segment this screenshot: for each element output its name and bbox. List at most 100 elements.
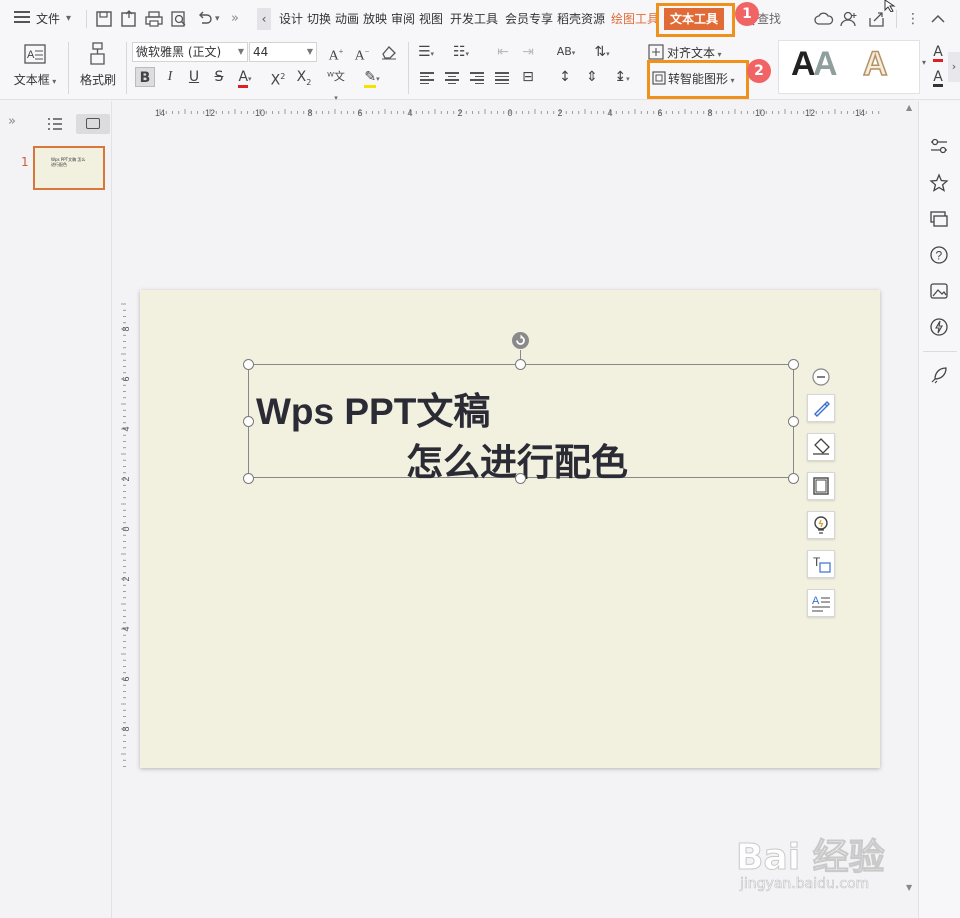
superscript-button[interactable]: X2 [268, 67, 288, 89]
text-to-shape-button[interactable]: T [807, 550, 835, 578]
bullet-list-icon[interactable]: ☰▾ [416, 42, 436, 62]
decrease-indent-icon[interactable]: ⇤ [493, 42, 513, 62]
help-icon[interactable]: ? [929, 245, 949, 265]
undo-dropdown-icon[interactable]: ▾ [215, 0, 220, 38]
file-menu[interactable]: 文件 [36, 0, 60, 38]
save-icon[interactable] [95, 10, 113, 28]
increase-font-icon[interactable]: A+ [326, 42, 346, 64]
font-color-button[interactable]: A▾ [235, 67, 255, 88]
align-left-icon[interactable] [420, 72, 436, 84]
ribbon-scroll-right-icon[interactable]: › [948, 52, 960, 82]
image-tools-icon[interactable] [929, 281, 949, 301]
decrease-font-icon[interactable]: A− [352, 42, 372, 64]
wordart-style-outline[interactable]: A [862, 44, 888, 84]
undo-icon[interactable] [196, 10, 214, 28]
annotation-badge-2: 2 [747, 59, 771, 83]
rocket-icon[interactable] [929, 365, 949, 385]
text-effects-button[interactable]: A [807, 589, 835, 617]
expand-panel-icon[interactable]: » [8, 114, 16, 129]
textbox-button[interactable]: 文本框 ▾ [10, 71, 60, 88]
tab-docer[interactable]: 稻壳资源 [557, 0, 605, 38]
scroll-up-icon[interactable]: ▲ [906, 103, 912, 112]
shape-outline-button[interactable] [807, 472, 835, 500]
svg-text:A: A [27, 49, 35, 61]
slide-thumbnail[interactable]: Wps PPT文稿 怎么进行配色 [33, 146, 105, 190]
format-brush-button[interactable]: 格式刷 [76, 71, 120, 88]
tab-transition[interactable]: 切换 [307, 0, 331, 38]
tab-animation[interactable]: 动画 [335, 0, 359, 38]
wordart-style-gray[interactable]: A [813, 45, 838, 84]
italic-button[interactable]: I [160, 67, 180, 87]
style-button[interactable] [807, 394, 835, 422]
text-shape-icon: T [813, 555, 831, 573]
tab-member[interactable]: 会员专享 [505, 0, 553, 38]
numbered-list-icon[interactable]: ☷▾ [451, 42, 471, 62]
collapse-ribbon-icon[interactable] [930, 12, 946, 26]
sort-icon[interactable]: ⇅▾ [592, 42, 612, 62]
cloud-sync-icon[interactable] [814, 11, 834, 27]
tab-design[interactable]: 设计 [279, 0, 303, 38]
title-textbox[interactable]: Wps PPT文稿 怎么进行配色 [248, 364, 794, 483]
share-icon[interactable] [868, 10, 886, 28]
strikethrough-button[interactable]: S [209, 67, 229, 87]
user-icon[interactable] [840, 10, 858, 28]
slides-view-tab[interactable] [76, 114, 110, 134]
resize-handle-e[interactable] [788, 416, 799, 427]
column-spacing-icon[interactable]: ↨▾ [612, 67, 632, 87]
wordart-more-icon[interactable]: ▾ [922, 58, 926, 67]
animation-icon[interactable] [929, 173, 949, 193]
text-fill-icon[interactable]: A [928, 42, 948, 62]
highlight-button[interactable]: ✎▾ [362, 67, 382, 88]
resize-handle-w[interactable] [243, 416, 254, 427]
lightning-icon[interactable] [929, 317, 949, 337]
paragraph-spacing-icon[interactable]: ⇕ [582, 67, 602, 87]
shape-fill-button[interactable] [807, 433, 835, 461]
more-options-icon[interactable]: ⋮ [906, 0, 920, 38]
tab-view[interactable]: 视图 [419, 0, 443, 38]
svg-text:2: 2 [121, 476, 130, 481]
tab-slideshow[interactable]: 放映 [363, 0, 387, 38]
underline-button[interactable]: U [184, 67, 204, 87]
phonetic-guide-icon[interactable]: ᵂ文▾ [326, 67, 346, 102]
wordart-style-black[interactable]: A [791, 45, 816, 84]
resize-handle-n[interactable] [515, 359, 526, 370]
smart-tip-button[interactable] [807, 511, 835, 539]
menu-icon[interactable] [14, 11, 30, 25]
line-spacing-icon[interactable]: ↕ [555, 67, 575, 87]
font-name-select[interactable]: 微软雅黑 (正文) ▼ [132, 42, 248, 62]
chevron-down-icon[interactable]: ▾ [66, 0, 71, 38]
resize-handle-se[interactable] [788, 473, 799, 484]
transition-icon[interactable] [929, 209, 949, 229]
collapse-toolbar-icon[interactable] [812, 368, 830, 386]
subscript-button[interactable]: X2 [294, 67, 314, 87]
scroll-left-icon[interactable]: ‹ [257, 8, 271, 30]
bold-button[interactable]: B [135, 67, 155, 87]
align-right-icon[interactable] [470, 72, 486, 84]
tab-developer[interactable]: 开发工具 [450, 0, 498, 38]
tab-review[interactable]: 审阅 [391, 0, 415, 38]
print-icon[interactable] [145, 10, 163, 28]
distribute-icon[interactable]: ⊟ [518, 67, 538, 87]
vertical-scrollbar[interactable]: ▲ ▼ [902, 101, 918, 918]
font-size-select[interactable]: 44 ▼ [249, 42, 317, 62]
text-direction-icon[interactable]: AB▾ [556, 42, 576, 62]
align-text-button[interactable]: 对齐文本 ▾ [667, 44, 722, 61]
svg-text:2: 2 [557, 108, 562, 118]
justify-icon[interactable] [495, 72, 511, 84]
more-icon[interactable]: » [231, 0, 239, 38]
export-icon[interactable] [120, 10, 138, 28]
print-preview-icon[interactable] [170, 10, 188, 28]
properties-icon[interactable] [929, 137, 949, 155]
resize-handle-s[interactable] [515, 473, 526, 484]
increase-indent-icon[interactable]: ⇥ [518, 42, 538, 62]
search-label[interactable]: 查找 [757, 0, 781, 38]
rotate-handle-icon[interactable] [511, 331, 530, 350]
resize-handle-nw[interactable] [243, 359, 254, 370]
resize-handle-ne[interactable] [788, 359, 799, 370]
align-center-icon[interactable] [445, 72, 461, 84]
clear-format-icon[interactable] [380, 44, 398, 60]
tab-drawing-tools[interactable]: 绘图工具 [611, 0, 659, 38]
resize-handle-sw[interactable] [243, 473, 254, 484]
text-outline-icon[interactable]: A [928, 67, 948, 87]
outline-view-icon[interactable] [47, 117, 63, 131]
